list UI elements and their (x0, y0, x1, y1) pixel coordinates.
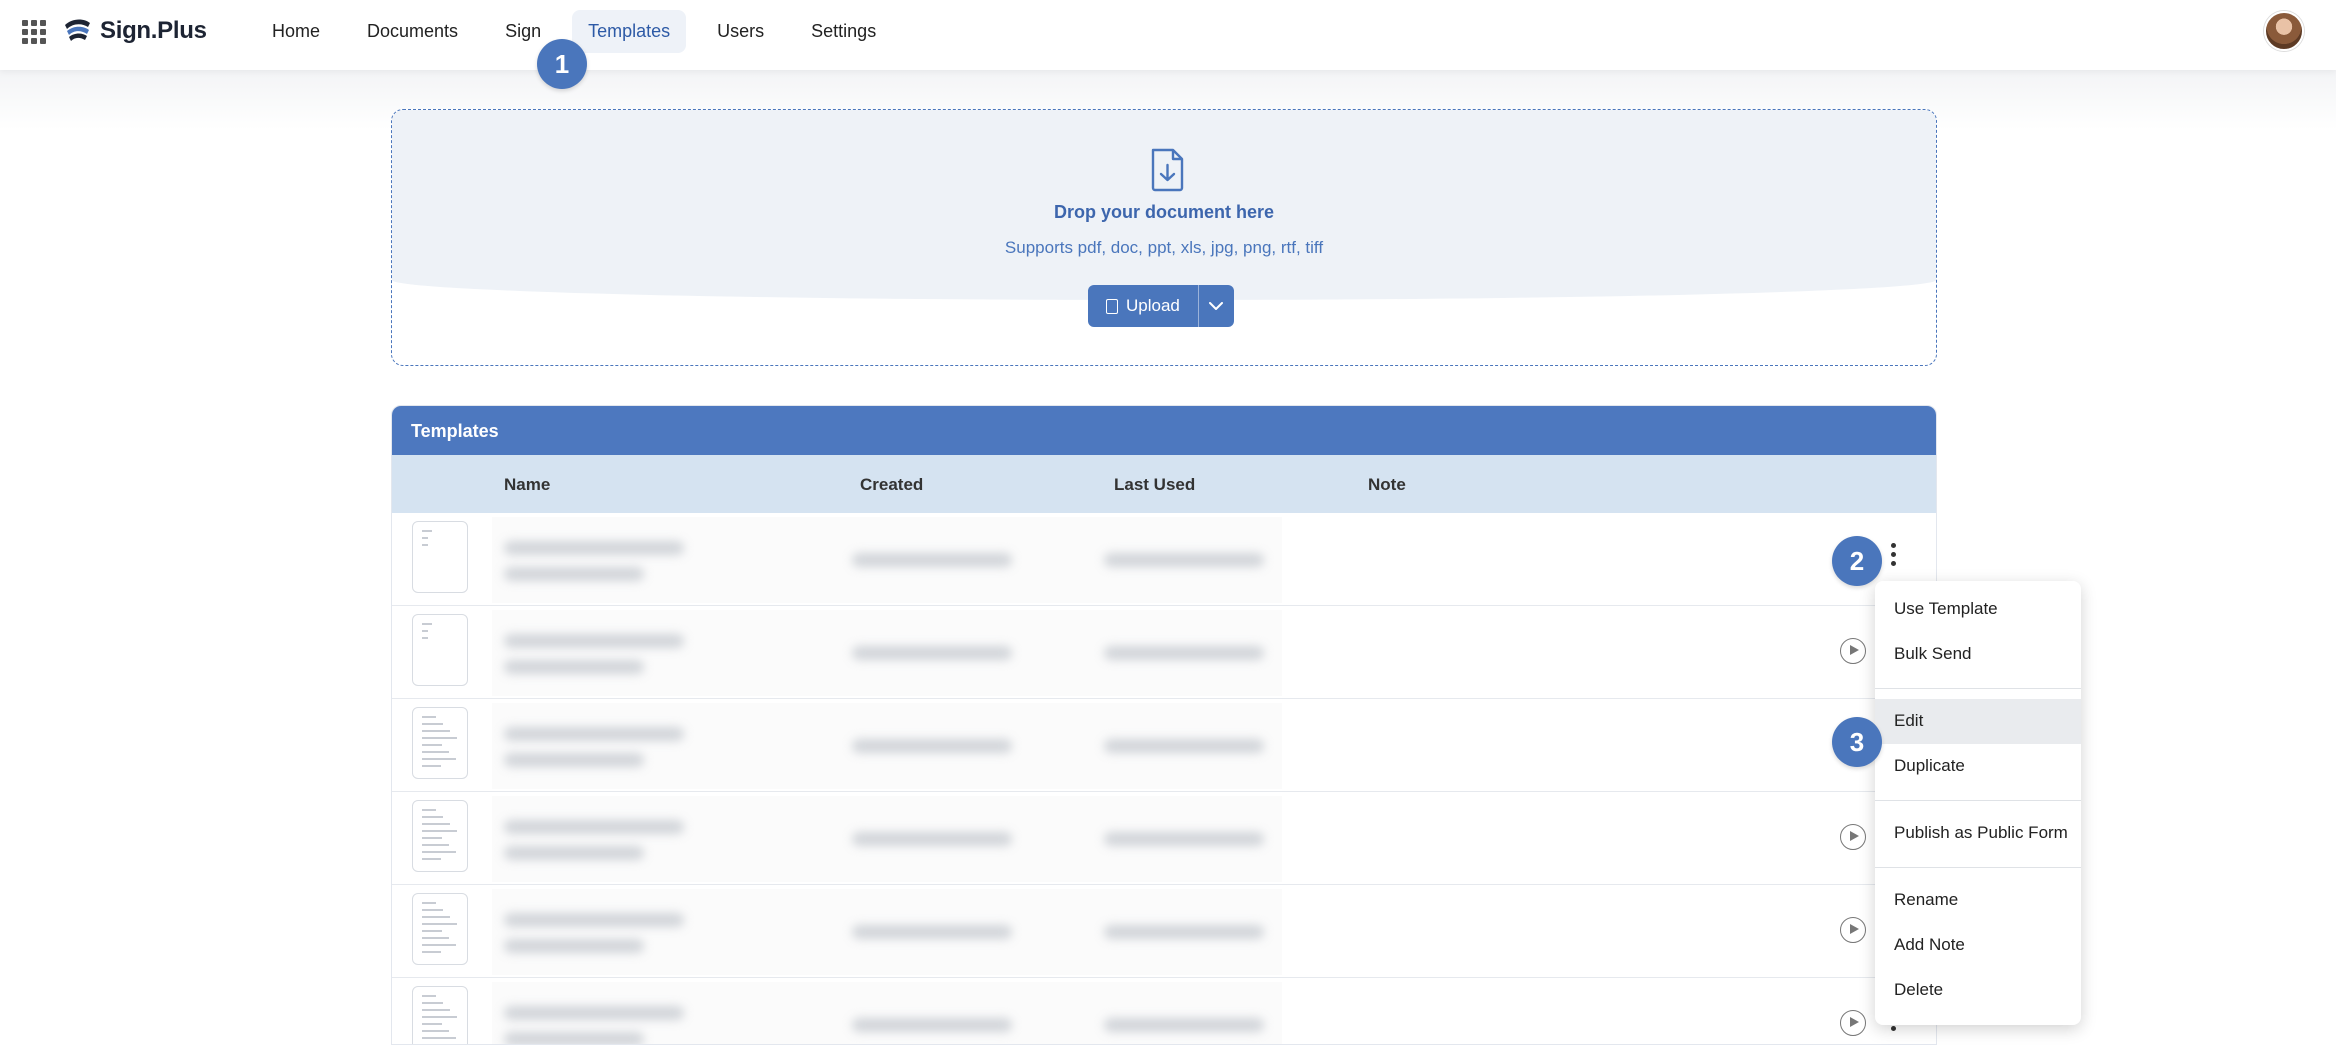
redacted-row-content (492, 796, 1282, 882)
menu-delete[interactable]: Delete (1875, 968, 2081, 1013)
redacted-text (1104, 646, 1264, 660)
redacted-text (852, 646, 1012, 660)
nav-users[interactable]: Users (701, 10, 780, 53)
apps-grid-icon[interactable] (22, 20, 46, 44)
play-circle-icon[interactable] (1840, 824, 1866, 850)
redacted-text (852, 739, 1012, 753)
table-row[interactable] (392, 792, 1936, 885)
redacted-text (504, 820, 684, 834)
menu-use-template[interactable]: Use Template (1875, 587, 2081, 632)
template-thumbnail[interactable] (412, 986, 468, 1044)
redacted-text (504, 567, 644, 581)
redacted-text (1104, 832, 1264, 846)
upload-button[interactable]: Upload (1088, 285, 1198, 327)
chevron-down-icon (1209, 301, 1224, 310)
table-row[interactable] (392, 978, 1936, 1044)
menu-divider (1875, 800, 2081, 801)
document-download-icon (1151, 148, 1184, 192)
nav-templates[interactable]: Templates (572, 10, 687, 53)
table-row[interactable] (392, 885, 1936, 978)
step-badge-2: 2 (1832, 536, 1882, 586)
templates-title: Templates (392, 406, 1936, 455)
menu-divider (1875, 688, 2081, 689)
template-thumbnail[interactable] (412, 521, 468, 593)
redacted-text (504, 913, 684, 927)
column-name[interactable]: Name (504, 475, 550, 495)
redacted-text (852, 925, 1012, 939)
table-row[interactable] (392, 606, 1936, 699)
redacted-text (1104, 1018, 1264, 1032)
column-created[interactable]: Created (860, 475, 923, 495)
user-avatar[interactable] (2264, 11, 2304, 51)
redacted-text (504, 753, 644, 767)
play-circle-icon[interactable] (1840, 917, 1866, 943)
table-header: Name Created Last Used Note (392, 455, 1936, 513)
column-note: Note (1368, 475, 1406, 494)
redacted-text (1104, 925, 1264, 939)
menu-edit[interactable]: Edit (1875, 699, 2081, 744)
redacted-text (504, 1032, 644, 1044)
redacted-row-content (492, 703, 1282, 789)
upload-options-button[interactable] (1197, 285, 1234, 327)
brand-name: Sign.Plus (100, 17, 207, 44)
template-thumbnail[interactable] (412, 893, 468, 965)
menu-rename[interactable]: Rename (1875, 878, 2081, 923)
top-bar: Sign.Plus Home Documents Sign Templates … (0, 0, 2336, 70)
redacted-text (504, 939, 644, 953)
redacted-text (504, 634, 684, 648)
redacted-text (504, 660, 644, 674)
menu-publish-public-form[interactable]: Publish as Public Form (1875, 811, 2081, 856)
redacted-text (1104, 553, 1264, 567)
template-thumbnail[interactable] (412, 707, 468, 779)
redacted-text (504, 727, 684, 741)
nav-settings[interactable]: Settings (795, 10, 892, 53)
step-badge-1: 1 (537, 39, 587, 89)
redacted-text (852, 832, 1012, 846)
step-badge-3: 3 (1832, 717, 1882, 767)
sign-plus-logo-icon (65, 19, 90, 41)
redacted-text (852, 1018, 1012, 1032)
table-row[interactable] (392, 513, 1936, 606)
redacted-row-content (492, 889, 1282, 975)
kebab-menu-icon[interactable] (1888, 543, 1898, 571)
file-icon (1106, 298, 1118, 314)
nav-documents[interactable]: Documents (351, 10, 474, 53)
dropzone-title: Drop your document here (1053, 202, 1275, 222)
redacted-text (852, 553, 1012, 567)
play-circle-icon[interactable] (1840, 1010, 1866, 1036)
redacted-row-content (492, 982, 1282, 1044)
template-thumbnail[interactable] (412, 800, 468, 872)
redacted-text (504, 1006, 684, 1020)
redacted-text (504, 541, 684, 555)
redacted-row-content (492, 610, 1282, 696)
play-circle-icon[interactable] (1840, 638, 1866, 664)
main-nav: Home Documents Sign Templates Users Sett… (256, 10, 907, 53)
redacted-text (504, 846, 644, 860)
nav-home[interactable]: Home (256, 10, 336, 53)
brand-logo[interactable]: Sign.Plus (62, 16, 207, 46)
upload-label: Upload (1126, 296, 1180, 315)
column-last-used[interactable]: Last Used (1114, 475, 1195, 495)
table-row[interactable] (392, 699, 1936, 792)
menu-divider (1875, 867, 2081, 868)
menu-add-note[interactable]: Add Note (1875, 923, 2081, 968)
template-actions-menu: Use Template Bulk Send Edit Duplicate Pu… (1875, 581, 2081, 1025)
redacted-row-content (492, 517, 1282, 603)
templates-panel: Templates Name Created Last Used Note (391, 405, 1937, 1045)
upload-dropzone[interactable]: Drop your document here Supports pdf, do… (391, 109, 1937, 366)
template-thumbnail[interactable] (412, 614, 468, 686)
redacted-text (1104, 739, 1264, 753)
upload-split-button: Upload (1088, 285, 1234, 327)
menu-duplicate[interactable]: Duplicate (1875, 744, 2081, 789)
dropzone-formats: Supports pdf, doc, ppt, xls, jpg, png, r… (1004, 238, 1324, 257)
menu-bulk-send[interactable]: Bulk Send (1875, 632, 2081, 677)
